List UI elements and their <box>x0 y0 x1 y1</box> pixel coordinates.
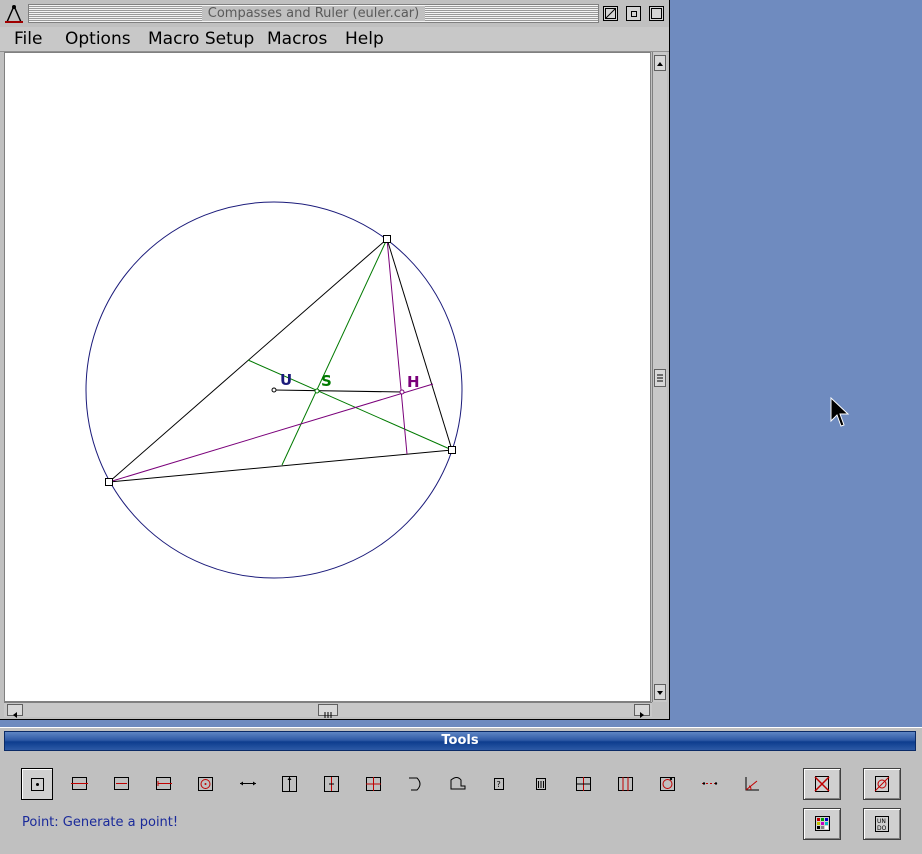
median-b[interactable] <box>281 238 388 466</box>
delete-tool-icon <box>536 778 546 790</box>
circle3-tool[interactable] <box>651 768 683 800</box>
arc-tool-icon <box>409 777 421 791</box>
dotted-line-tool-icon <box>702 782 718 785</box>
undo-icon: UNDO <box>875 816 889 832</box>
scroll-right-button[interactable] <box>634 704 650 718</box>
title-bar[interactable]: Compasses and Ruler (euler.car) <box>0 0 669 27</box>
midpoint-tool-icon <box>576 777 591 791</box>
line-tool-icon <box>71 777 88 790</box>
circle-tool-icon <box>198 777 213 791</box>
horizontal-scroll-thumb[interactable] <box>318 704 338 718</box>
menu-file[interactable]: File <box>14 29 42 49</box>
angle-tool-icon <box>618 777 633 791</box>
construction-drawing[interactable]: U S H <box>5 53 650 701</box>
delete-all-button[interactable] <box>803 768 841 800</box>
ray-tool-icon <box>156 777 172 790</box>
parallel-tool[interactable] <box>315 768 347 800</box>
point-s[interactable] <box>314 388 320 394</box>
vertex-a[interactable] <box>105 478 113 486</box>
minimize-icon <box>631 11 637 17</box>
dotted-line-tool[interactable] <box>693 768 725 800</box>
parallel-tool-icon <box>324 776 339 792</box>
circle-tool[interactable] <box>189 768 221 800</box>
tools-window: Tools ? UN DO Point: Generate a point! <box>0 727 922 854</box>
menu-bar: File Options Macro Setup Macros Help <box>0 27 669 52</box>
svg-text:?: ? <box>497 780 501 789</box>
hide-tool-icon: ? <box>494 778 504 790</box>
arrow-up-icon <box>657 62 663 66</box>
vertex-c[interactable] <box>448 446 456 454</box>
fixed-segment-tool[interactable] <box>231 768 263 800</box>
maximize-icon <box>651 8 662 19</box>
replay-button[interactable] <box>863 768 901 800</box>
tools-title-bar[interactable]: Tools <box>4 731 916 751</box>
segment-tool-icon <box>114 777 129 790</box>
measure-angle-tool-icon <box>745 777 759 791</box>
minimize-button[interactable] <box>626 6 641 21</box>
vertical-scroll-thumb[interactable] <box>654 369 666 387</box>
ray-tool[interactable] <box>147 768 179 800</box>
line-tool[interactable] <box>63 768 95 800</box>
horizontal-scrollbar[interactable] <box>4 702 652 718</box>
grip-icon <box>324 712 332 718</box>
iconify-button[interactable] <box>603 6 618 21</box>
svg-text:DO: DO <box>877 825 887 832</box>
point-u[interactable] <box>271 387 277 393</box>
measure-angle-tool[interactable] <box>735 768 767 800</box>
menu-macro-setup[interactable]: Macro Setup <box>148 29 254 49</box>
menu-macros[interactable]: Macros <box>267 29 327 49</box>
vertical-scrollbar[interactable] <box>652 52 667 702</box>
median-c[interactable] <box>247 359 453 451</box>
move-tool[interactable] <box>441 768 473 800</box>
segment-tool[interactable] <box>105 768 137 800</box>
arrow-left-icon <box>13 712 17 718</box>
scroll-up-button[interactable] <box>654 55 666 71</box>
arrow-down-icon <box>657 691 663 695</box>
point-tool-icon <box>31 778 44 791</box>
vertex-b[interactable] <box>383 235 391 243</box>
status-text: Point: Generate a point! <box>22 815 179 830</box>
arc-tool[interactable] <box>399 768 431 800</box>
mouse-pointer-icon <box>830 397 850 427</box>
construction-canvas[interactable]: U S H <box>4 52 651 702</box>
point-tool[interactable] <box>21 768 53 800</box>
iconify-icon <box>605 8 616 19</box>
menu-options[interactable]: Options <box>65 29 131 49</box>
fixed-segment-tool-icon <box>240 781 256 786</box>
arrow-right-icon <box>640 712 644 718</box>
main-window: Compasses and Ruler (euler.car) File Opt… <box>0 0 670 720</box>
euler-line[interactable] <box>273 389 403 393</box>
grip-icon <box>657 374 663 382</box>
midpoint-tool[interactable] <box>567 768 599 800</box>
replay-icon <box>874 776 890 792</box>
intersection-tool-icon <box>366 777 381 791</box>
delete-all-icon <box>814 776 830 792</box>
menu-help[interactable]: Help <box>345 29 384 49</box>
angle-tool[interactable] <box>609 768 641 800</box>
label-s: S <box>321 372 332 390</box>
perpendicular-tool[interactable] <box>273 768 305 800</box>
color-button[interactable] <box>803 808 841 840</box>
label-h: H <box>407 373 420 391</box>
perpendicular-tool-icon <box>282 776 297 792</box>
scroll-down-button[interactable] <box>654 684 666 700</box>
svg-text:UN: UN <box>877 818 886 825</box>
label-u: U <box>280 371 292 389</box>
circle3-tool-icon <box>660 777 675 791</box>
maximize-button[interactable] <box>649 6 664 21</box>
hide-tool[interactable]: ? <box>483 768 515 800</box>
intersection-tool[interactable] <box>357 768 389 800</box>
point-h[interactable] <box>399 389 405 395</box>
move-tool-icon <box>450 777 466 790</box>
delete-tool[interactable] <box>525 768 557 800</box>
window-title: Compasses and Ruler (euler.car) <box>201 6 426 21</box>
undo-button[interactable]: UN DO <box>863 808 901 840</box>
title-stripes: Compasses and Ruler (euler.car) <box>28 4 599 23</box>
scroll-left-button[interactable] <box>7 704 23 718</box>
compasses-app-icon[interactable] <box>3 3 25 25</box>
color-icon <box>815 816 830 831</box>
